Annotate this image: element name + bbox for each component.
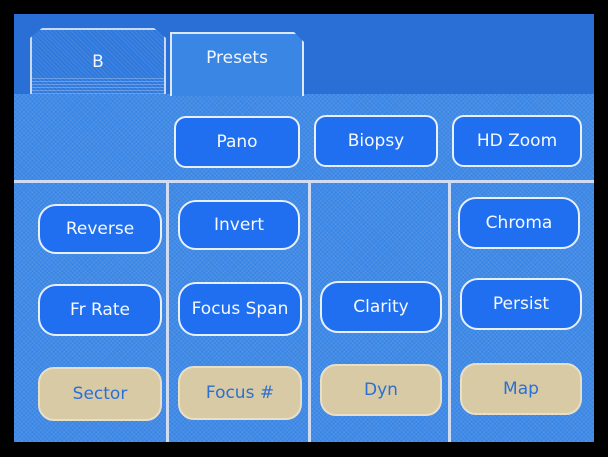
clarity-button[interactable]: Clarity [320, 281, 442, 333]
reverse-label: Reverse [65, 219, 135, 239]
map-label: Map [503, 379, 539, 399]
column-divider-1 [166, 183, 169, 442]
tab-presets[interactable]: Presets [170, 32, 304, 96]
focus-number-button[interactable]: Focus # [178, 366, 302, 420]
biopsy-button[interactable]: Biopsy [314, 115, 438, 167]
hd-zoom-button[interactable]: HD Zoom [452, 115, 582, 167]
invert-label: Invert [214, 215, 264, 235]
tab-b-label: B [92, 52, 104, 72]
invert-button[interactable]: Invert [178, 200, 300, 250]
sector-label: Sector [72, 384, 128, 404]
fr-rate-button[interactable]: Fr Rate [38, 284, 162, 336]
focus-span-button[interactable]: Focus Span [178, 282, 302, 336]
chroma-label: Chroma [485, 213, 553, 233]
biopsy-label: Biopsy [347, 131, 405, 151]
tab-b-texture [32, 76, 164, 94]
focus-span-label: Focus Span [191, 299, 289, 319]
pano-label: Pano [216, 132, 258, 152]
pano-button[interactable]: Pano [174, 116, 300, 168]
hd-zoom-label: HD Zoom [476, 131, 558, 151]
reverse-button[interactable]: Reverse [38, 204, 162, 254]
horizontal-divider [14, 180, 594, 183]
touch-screen: B Presets Pano Biopsy HD Zoom Reverse Fr… [14, 14, 594, 442]
focus-number-label: Focus # [205, 383, 275, 403]
dyn-label: Dyn [364, 380, 398, 400]
persist-label: Persist [492, 294, 550, 314]
persist-button[interactable]: Persist [460, 278, 582, 330]
chroma-button[interactable]: Chroma [458, 197, 580, 249]
tab-b[interactable]: B [30, 28, 166, 94]
sector-button[interactable]: Sector [38, 367, 162, 421]
fr-rate-label: Fr Rate [70, 300, 130, 320]
dyn-button[interactable]: Dyn [320, 364, 442, 416]
map-button[interactable]: Map [460, 363, 582, 415]
column-divider-3 [448, 183, 451, 442]
tab-presets-label: Presets [206, 48, 268, 68]
clarity-label: Clarity [353, 297, 409, 317]
column-divider-2 [308, 183, 311, 442]
